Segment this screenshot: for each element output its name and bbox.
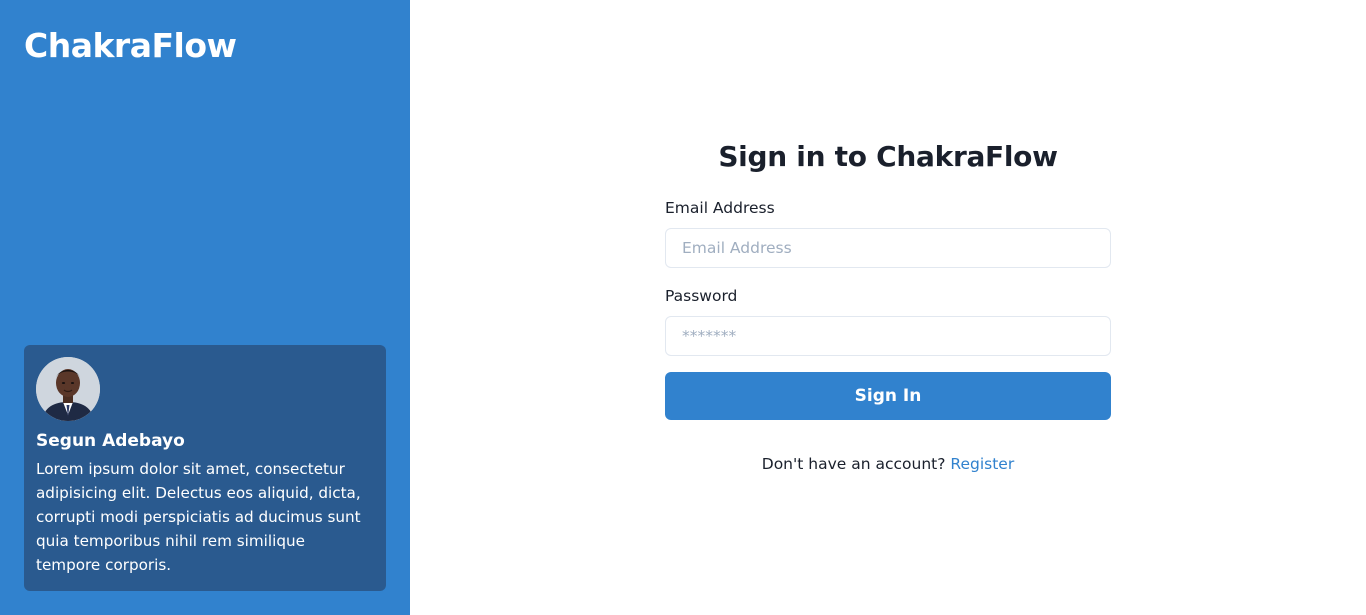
email-field[interactable] — [665, 228, 1111, 268]
brand-logo: ChakraFlow — [24, 26, 237, 65]
email-label: Email Address — [665, 199, 775, 217]
sign-in-form: Sign in to ChakraFlow Email Address Pass… — [665, 135, 1111, 476]
register-prompt-text: Don't have an account? — [761, 455, 951, 473]
brand-panel: ChakraFlow Segun Adebayo Lorem ipsum dol — [0, 0, 410, 615]
avatar — [36, 357, 100, 421]
register-link[interactable]: Register — [950, 455, 1014, 473]
register-prompt: Don't have an account? Register — [665, 452, 1111, 476]
testimonial-name: Segun Adebayo — [36, 431, 185, 451]
testimonial-quote: Lorem ipsum dolor sit amet, consectetur … — [36, 460, 361, 574]
testimonial-card: Segun Adebayo Lorem ipsum dolor sit amet… — [24, 345, 386, 591]
form-panel: Sign in to ChakraFlow Email Address Pass… — [410, 0, 1366, 615]
sign-in-page: ChakraFlow Segun Adebayo Lorem ipsum dol — [0, 0, 1366, 615]
password-field[interactable] — [665, 316, 1111, 356]
page-title: Sign in to ChakraFlow — [718, 140, 1058, 173]
password-label: Password — [665, 287, 738, 305]
user-avatar-icon — [36, 357, 100, 421]
sign-in-button[interactable]: Sign In — [665, 372, 1111, 420]
